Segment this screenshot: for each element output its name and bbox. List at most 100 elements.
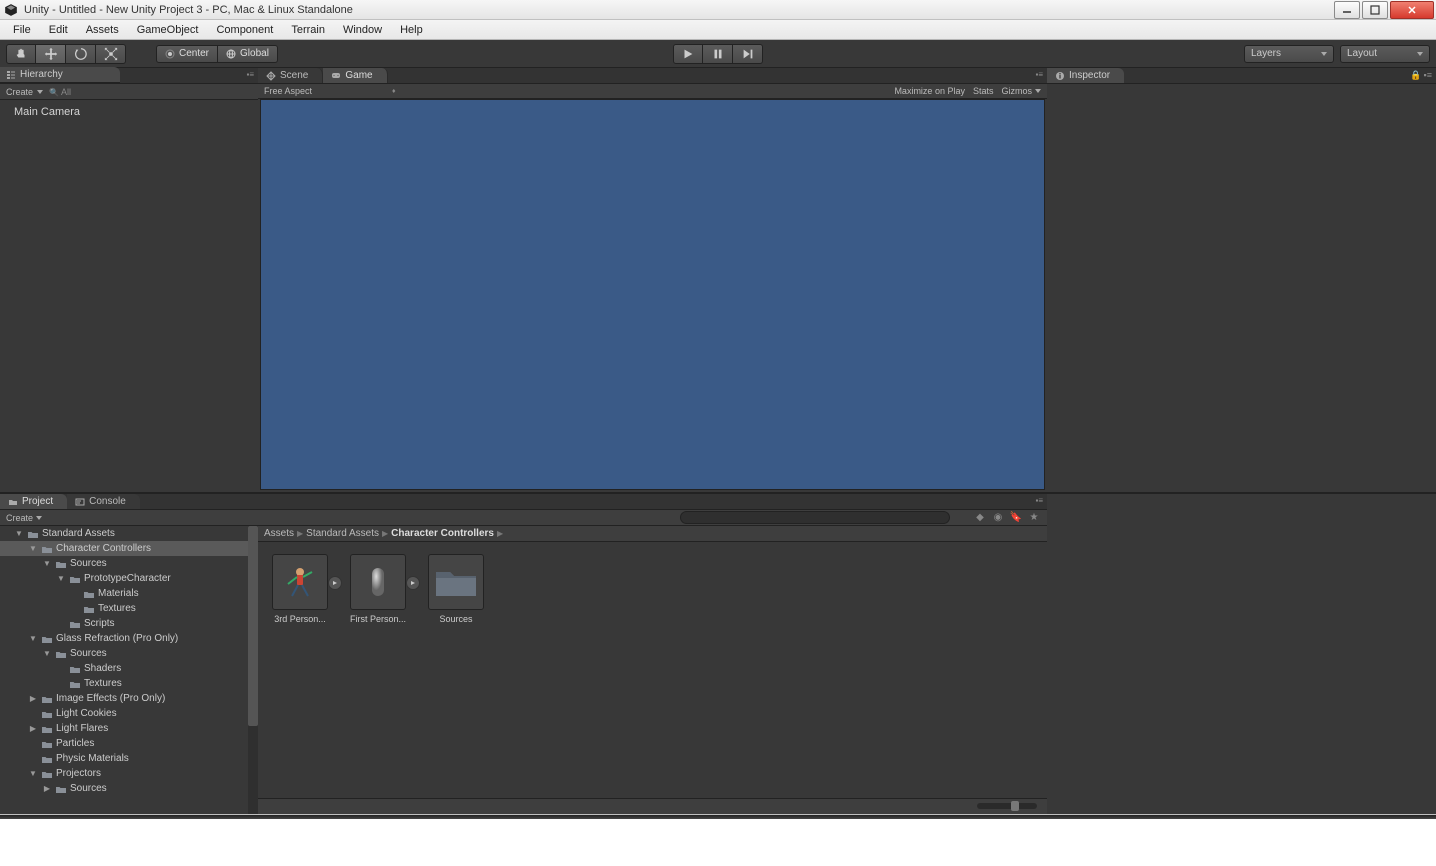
expand-arrow-icon[interactable]: ▼ [28,634,38,643]
tree-node[interactable]: Textures [0,601,258,616]
hierarchy-panel: Hierarchy ▪≡ Create All Main Camera [0,68,258,492]
project-options-icon[interactable]: ▪≡ [1035,496,1043,505]
menu-assets[interactable]: Assets [77,22,128,38]
close-button[interactable] [1390,1,1434,19]
gizmos-dropdown[interactable]: Gizmos [1001,86,1041,96]
expand-arrow-icon[interactable]: ▼ [42,649,52,658]
expand-arrow-icon[interactable]: ▶ [28,694,38,703]
layout-dropdown[interactable]: Layout [1340,45,1430,63]
asset-item[interactable]: 3rd Person... [270,554,330,624]
tree-node[interactable]: ▼Sources [0,646,258,661]
tree-node[interactable]: ▶Image Effects (Pro Only) [0,691,258,706]
handle-button[interactable]: Global [218,45,278,63]
rotate-tool[interactable] [66,44,96,64]
tree-node[interactable]: Light Cookies [0,706,258,721]
menu-terrain[interactable]: Terrain [282,22,334,38]
project-search[interactable] [680,511,950,524]
breadcrumb-item[interactable]: Character Controllers [391,528,494,539]
console-tab[interactable]: Console [67,494,140,509]
thumbnail-size-slider[interactable] [977,803,1037,809]
search-filter-icon[interactable]: ◆ [973,512,987,524]
tree-node[interactable]: ▼Projectors [0,766,258,781]
aspect-stepper-icon[interactable]: ♦ [392,88,396,95]
expand-arrow-icon[interactable]: ▼ [14,529,24,538]
game-tab[interactable]: Game [323,68,387,83]
scene-tab[interactable]: Scene [258,68,323,83]
menu-gameobject[interactable]: GameObject [128,22,208,38]
expand-arrow-icon[interactable]: ▶ [28,724,38,733]
expand-arrow-icon[interactable]: ▶ [42,784,52,793]
menu-edit[interactable]: Edit [40,22,77,38]
preview-play-icon[interactable] [406,576,420,590]
maximize-on-play-toggle[interactable]: Maximize on Play [894,86,965,96]
project-grid[interactable]: 3rd Person... First Person... Sources [258,542,1047,798]
minimize-button[interactable] [1334,1,1360,19]
window-title: Unity - Untitled - New Unity Project 3 -… [24,4,1332,16]
menu-window[interactable]: Window [334,22,391,38]
favorite-icon[interactable]: ★ [1027,512,1041,524]
panel-options-icon[interactable]: ▪≡ [246,70,254,79]
tree-scrollbar[interactable] [248,526,258,814]
menu-file[interactable]: File [4,22,40,38]
tree-node[interactable]: ▼Sources [0,556,258,571]
project-content: Assets▶ Standard Assets▶ Character Contr… [258,526,1047,814]
hand-tool[interactable] [6,44,36,64]
tree-node[interactable]: ▼Glass Refraction (Pro Only) [0,631,258,646]
tree-node[interactable]: Materials [0,586,258,601]
hierarchy-item[interactable]: Main Camera [0,104,258,120]
tree-node[interactable]: ▼ Character Controllers [0,541,258,556]
type-filter-icon[interactable]: ◉ [991,512,1005,524]
pivot-button[interactable]: Center [156,45,218,63]
pause-button[interactable] [703,44,733,64]
menu-help[interactable]: Help [391,22,432,38]
play-button[interactable] [673,44,703,64]
tree-node[interactable]: ▼PrototypeCharacter [0,571,258,586]
folder-icon [41,544,53,554]
folder-icon [69,664,81,674]
tree-node[interactable]: Physic Materials [0,751,258,766]
hierarchy-search[interactable]: All [49,87,252,97]
tree-node-label: Character Controllers [56,543,151,554]
expand-arrow-icon[interactable]: ▼ [42,559,52,568]
preview-play-icon[interactable] [328,576,342,590]
tree-node[interactable]: Particles [0,736,258,751]
maximize-button[interactable] [1362,1,1388,19]
project-tree[interactable]: ▼Standard Assets▼Character Controllers▼S… [0,526,258,814]
hierarchy-tab[interactable]: Hierarchy [0,67,120,83]
tree-node[interactable]: ▶Light Flares [0,721,258,736]
breadcrumb-item[interactable]: Assets [264,528,294,539]
move-tool[interactable] [36,44,66,64]
layers-dropdown[interactable]: Layers [1244,45,1334,63]
project-tab[interactable]: Project [0,494,67,509]
tree-node[interactable]: ▼ Standard Assets [0,526,258,541]
asset-item[interactable]: First Person... [348,554,408,624]
tree-node[interactable]: Textures [0,676,258,691]
hierarchy-create-button[interactable]: Create [6,87,43,97]
step-button[interactable] [733,44,763,64]
inspector-tab[interactable]: Inspector [1047,68,1124,83]
expand-arrow-icon[interactable]: ▼ [28,544,38,553]
asset-item[interactable]: Sources [426,554,486,624]
tree-node-label: Scripts [84,618,115,629]
lock-icon[interactable]: 🔒 [1410,70,1421,81]
folder-icon [55,559,67,569]
tree-node[interactable]: ▶Sources [0,781,258,796]
scale-tool[interactable] [96,44,126,64]
label-filter-icon[interactable]: 🔖 [1009,512,1023,524]
stats-toggle[interactable]: Stats [973,86,994,96]
expand-arrow-icon[interactable]: ▼ [56,574,66,583]
project-create-button[interactable]: Create [6,513,42,523]
expand-arrow-icon[interactable]: ▼ [28,769,38,778]
menu-component[interactable]: Component [207,22,282,38]
tree-node-label: Standard Assets [42,528,115,539]
tree-node[interactable]: Shaders [0,661,258,676]
folder-icon [69,619,81,629]
game-viewport[interactable] [260,99,1045,490]
folder-icon [41,709,53,719]
tree-node[interactable]: Scripts [0,616,258,631]
breadcrumb-item[interactable]: Standard Assets [306,528,379,539]
aspect-dropdown[interactable]: Free Aspect [264,86,312,96]
scene-options-icon[interactable]: ▪≡ [1035,70,1043,79]
inspector-options-icon[interactable]: ▪≡ [1424,70,1432,81]
hierarchy-list[interactable]: Main Camera [0,100,258,492]
